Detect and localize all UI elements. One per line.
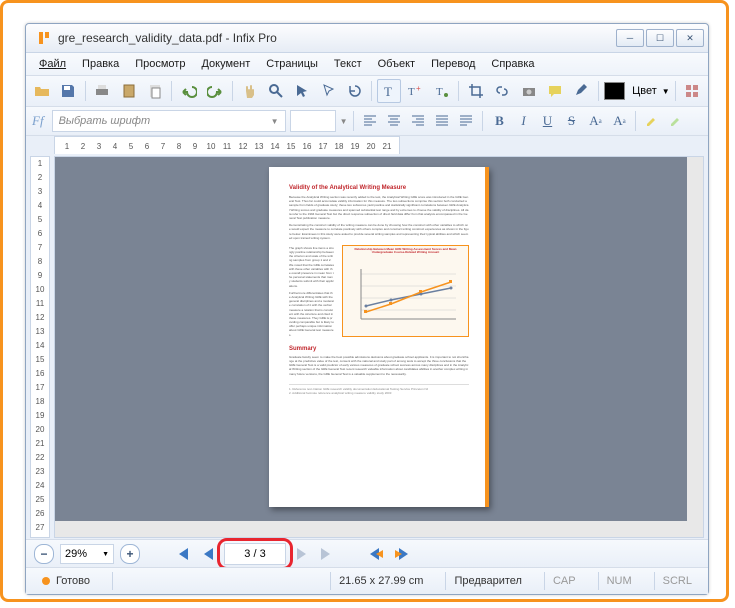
- status-scrl: SCRL: [654, 572, 700, 590]
- app-window: gre_research_validity_data.pdf - Infix P…: [25, 23, 709, 595]
- horizontal-ruler: 123456789101112131415161718192021: [54, 136, 400, 156]
- clear-format-icon[interactable]: [666, 111, 686, 131]
- prev-page-button[interactable]: [198, 545, 218, 563]
- maximize-button[interactable]: ☐: [646, 29, 674, 47]
- crop-icon[interactable]: [464, 79, 487, 103]
- text-plus-icon[interactable]: T+: [404, 79, 427, 103]
- main-toolbar: T T+ T Цвет ▼: [26, 76, 708, 107]
- subscript-icon[interactable]: Aa: [609, 111, 629, 131]
- format-toolbar: Ff Выбрать шрифт▼ ▼ B I U S Aa Aa: [26, 107, 708, 136]
- undo-icon[interactable]: [177, 79, 200, 103]
- summary-heading: Summary: [289, 346, 469, 352]
- align-left-icon[interactable]: [360, 111, 380, 131]
- comment-icon[interactable]: [543, 79, 566, 103]
- color-swatch[interactable]: [604, 82, 625, 100]
- canvas-area: 1234567891011121314151617181920212223242…: [26, 154, 708, 540]
- eyedropper-icon[interactable]: [569, 79, 592, 103]
- menu-object[interactable]: Объект: [371, 56, 422, 72]
- close-button[interactable]: ✕: [676, 29, 704, 47]
- align-justify-icon[interactable]: [432, 111, 452, 131]
- text-tool-icon[interactable]: T: [377, 79, 400, 103]
- save-icon[interactable]: [56, 79, 79, 103]
- menu-bar: Файл Правка Просмотр Документ Страницы Т…: [26, 53, 708, 76]
- embedded-chart: Relationship Between Mean GRE Writing As…: [342, 245, 469, 337]
- font-icon: Ff: [32, 113, 44, 129]
- vertical-ruler: 1234567891011121314151617181920212223242…: [30, 156, 50, 538]
- next-page-button[interactable]: [292, 545, 312, 563]
- align-right-icon[interactable]: [408, 111, 428, 131]
- page-number-box[interactable]: 3 / 3: [224, 543, 286, 565]
- status-dimensions: 21.65 x 27.99 cm: [330, 572, 431, 590]
- open-icon[interactable]: [30, 79, 53, 103]
- menu-text[interactable]: Текст: [327, 56, 369, 72]
- menu-edit[interactable]: Правка: [75, 56, 126, 72]
- svg-text:+: +: [416, 84, 421, 93]
- link-icon[interactable]: [491, 79, 514, 103]
- svg-text:T: T: [384, 84, 392, 99]
- underline-icon[interactable]: U: [537, 111, 557, 131]
- pointer-icon[interactable]: [291, 79, 314, 103]
- camera-icon[interactable]: [517, 79, 540, 103]
- bold-icon[interactable]: B: [489, 111, 509, 131]
- status-preview: Предварител: [445, 572, 530, 590]
- pdf-page: Validity of the Analytical Writing Measu…: [269, 167, 489, 507]
- menu-view[interactable]: Просмотр: [128, 56, 192, 72]
- zoom-in-button[interactable]: +: [120, 544, 140, 564]
- align-justify-last-icon[interactable]: [456, 111, 476, 131]
- print-icon[interactable]: [91, 79, 114, 103]
- document-viewport[interactable]: Validity of the Analytical Writing Measu…: [54, 156, 704, 538]
- history-back-button[interactable]: [366, 545, 386, 563]
- menu-pages[interactable]: Страницы: [259, 56, 325, 72]
- minimize-button[interactable]: ─: [616, 29, 644, 47]
- font-size-input[interactable]: [290, 110, 336, 132]
- status-num: NUM: [598, 572, 640, 590]
- hand-icon[interactable]: [238, 79, 261, 103]
- horizontal-scrollbar[interactable]: [55, 521, 687, 537]
- menu-file[interactable]: Файл: [32, 56, 73, 72]
- superscript-icon[interactable]: Aa: [585, 111, 605, 131]
- align-center-icon[interactable]: [384, 111, 404, 131]
- svg-text:T: T: [436, 86, 443, 98]
- size-dropdown-icon[interactable]: ▼: [340, 117, 348, 126]
- zoom-value[interactable]: 29%▼: [60, 544, 114, 564]
- doc-heading: Validity of the Analytical Writing Measu…: [289, 185, 469, 191]
- svg-text:T: T: [408, 86, 415, 98]
- paste-icon[interactable]: [143, 79, 166, 103]
- status-ready: Готово: [34, 572, 98, 590]
- window-title: gre_research_validity_data.pdf - Infix P…: [58, 31, 616, 45]
- clipboard-icon[interactable]: [117, 79, 140, 103]
- select-icon[interactable]: [317, 79, 340, 103]
- font-selector[interactable]: Выбрать шрифт▼: [52, 110, 286, 132]
- highlight-icon[interactable]: [642, 111, 662, 131]
- last-page-button[interactable]: [318, 545, 338, 563]
- status-cap: CAP: [544, 572, 584, 590]
- italic-icon[interactable]: I: [513, 111, 533, 131]
- menu-document[interactable]: Документ: [194, 56, 257, 72]
- first-page-button[interactable]: [172, 545, 192, 563]
- rotate-icon[interactable]: [343, 79, 366, 103]
- redo-icon[interactable]: [204, 79, 227, 103]
- zoom-out-button[interactable]: −: [34, 544, 54, 564]
- navigation-bar: − 29%▼ + 3 / 3: [26, 539, 708, 568]
- history-forward-button[interactable]: [392, 545, 412, 563]
- strike-icon[interactable]: S: [561, 111, 581, 131]
- color-label: Цвет: [632, 85, 657, 97]
- app-icon: [36, 30, 52, 46]
- zoom-icon[interactable]: [264, 79, 287, 103]
- grid-icon[interactable]: [681, 79, 704, 103]
- vertical-scrollbar[interactable]: [687, 157, 703, 537]
- status-bar: Готово 21.65 x 27.99 cm Предварител CAP …: [26, 567, 708, 594]
- title-bar: gre_research_validity_data.pdf - Infix P…: [26, 24, 708, 53]
- color-dropdown-icon[interactable]: ▼: [662, 87, 670, 96]
- text-linked-icon[interactable]: T: [430, 79, 453, 103]
- menu-help[interactable]: Справка: [484, 56, 541, 72]
- menu-translate[interactable]: Перевод: [424, 56, 482, 72]
